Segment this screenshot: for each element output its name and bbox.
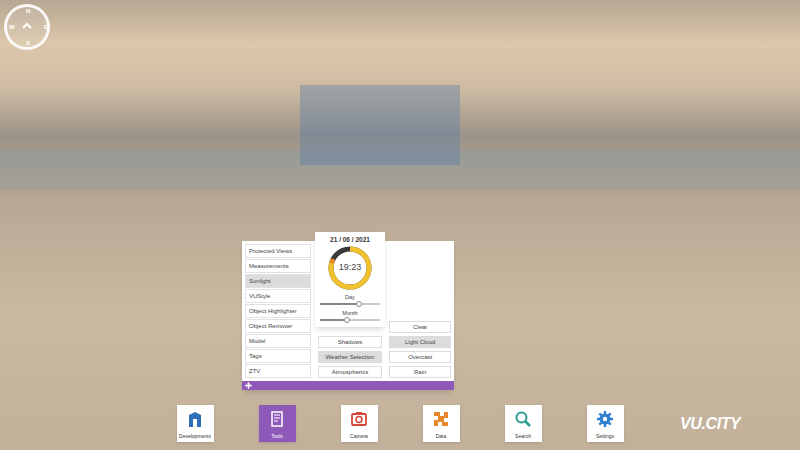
weather-list: Clear Light Cloud Overcast Rain — [389, 244, 451, 378]
search-icon — [514, 410, 532, 428]
tools-item[interactable]: Measurements — [245, 259, 311, 273]
compass-letter: S — [26, 40, 30, 46]
dock-button[interactable]: Developments — [177, 405, 214, 442]
move-icon[interactable] — [245, 382, 252, 389]
sunlight-date: 21 / 06 / 2021 — [330, 235, 370, 244]
slider-label: Day — [345, 293, 355, 301]
tools-item[interactable]: ZTV — [245, 364, 311, 378]
dock-button[interactable]: Data — [423, 405, 460, 442]
slider-label: Month — [342, 309, 357, 317]
tools-item[interactable]: Model — [245, 334, 311, 348]
slider-fill — [320, 303, 359, 305]
dock-label: Search — [515, 433, 531, 440]
tools-list: Protected ViewsMeasurementsSunlightVUSty… — [245, 244, 311, 378]
tools-icon — [268, 410, 286, 428]
dock-label: Camera — [350, 433, 368, 440]
dock-label: Developments — [179, 433, 211, 440]
sun-dial[interactable]: 19:23 — [327, 245, 373, 291]
weather-button[interactable]: Rain — [389, 366, 451, 378]
tools-item[interactable]: Protected Views — [245, 244, 311, 258]
slider-track[interactable] — [320, 319, 380, 321]
sun-time: 19:23 — [327, 245, 373, 291]
compass-letter: E — [44, 24, 48, 30]
slider-fill — [320, 319, 347, 321]
slider-track[interactable] — [320, 303, 380, 305]
tools-item[interactable]: Sunlight — [245, 274, 311, 288]
dock-label: Data — [436, 433, 447, 440]
tools-popup: Protected ViewsMeasurementsSunlightVUSty… — [242, 232, 454, 390]
building-icon — [186, 410, 204, 428]
slider-thumb[interactable] — [356, 301, 362, 307]
vucity-logo: VU.CITY — [680, 414, 740, 434]
gear-icon — [596, 410, 614, 428]
options-list: Shadows Weather Selection Atmospherics — [315, 336, 386, 378]
tools-panel: Protected ViewsMeasurementsSunlightVUSty… — [242, 241, 454, 390]
camera-icon — [350, 410, 368, 428]
tools-item[interactable]: Object Highlighter — [245, 304, 311, 318]
chevron-up-icon[interactable] — [20, 19, 34, 33]
weather-button[interactable]: Clear — [389, 321, 451, 333]
dock-button[interactable]: Search — [505, 405, 542, 442]
sunlight-card: 21 / 06 / 202119:23 Day Month — [315, 232, 386, 327]
weather-button[interactable]: Light Cloud — [389, 336, 451, 348]
compass[interactable]: N E S W — [4, 4, 50, 50]
data-icon — [432, 410, 450, 428]
tools-item[interactable]: Tags — [245, 349, 311, 363]
dock-label: Tools — [271, 433, 283, 440]
option-button[interactable]: Shadows — [318, 336, 383, 348]
compass-letter: W — [9, 24, 15, 30]
option-button[interactable]: Weather Selection — [318, 351, 383, 363]
dock-label: Settings — [596, 433, 614, 440]
dock-button[interactable]: Tools — [259, 405, 296, 442]
slider-thumb[interactable] — [344, 317, 350, 323]
tools-item[interactable]: Object Remover — [245, 319, 311, 333]
weather-button[interactable]: Overcast — [389, 351, 451, 363]
option-button[interactable]: Atmospherics — [318, 366, 383, 378]
panel-drag-bar[interactable] — [242, 381, 454, 390]
tools-item[interactable]: VUStyle — [245, 289, 311, 303]
dock-button[interactable]: Settings — [587, 405, 624, 442]
compass-letter: N — [26, 8, 30, 14]
dock-button[interactable]: Camera — [341, 405, 378, 442]
